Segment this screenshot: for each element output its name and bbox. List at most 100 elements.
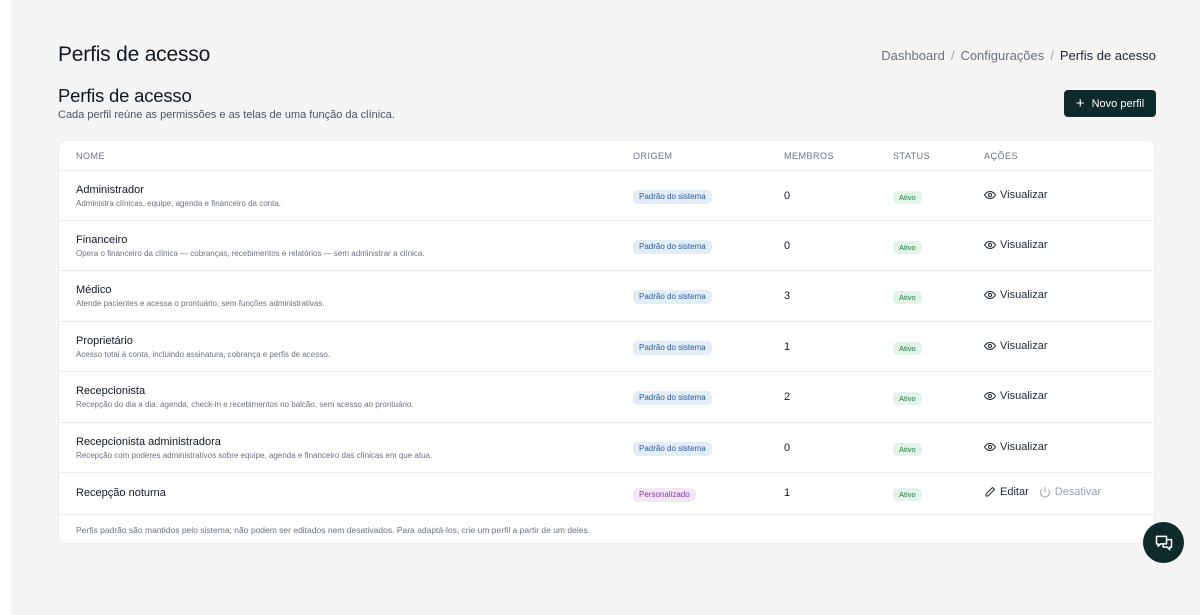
members-count: 2 (784, 391, 791, 403)
table-row: Recepcionista administradora Recepção co… (59, 423, 1154, 473)
row-actions: Visualizar (984, 340, 1048, 352)
main-content: Perfis de acesso Dashboard / Configuraçõ… (11, 0, 1200, 615)
view-label: Visualizar (1000, 390, 1048, 402)
view-button[interactable]: Visualizar (984, 441, 1048, 453)
eye-icon (984, 391, 996, 401)
status-badge: Ativo (893, 488, 922, 501)
table-row: Recepcionista Recepção do dia a dia: age… (59, 372, 1154, 423)
breadcrumb-current: Perfis de acesso (1059, 48, 1156, 63)
column-header-name: NOME (76, 151, 105, 161)
deactivate-button[interactable]: Desativar (1039, 486, 1101, 498)
left-strip (0, 0, 11, 615)
row-actions: Visualizar (984, 390, 1048, 402)
role-description: Recepção com poderes administrativos sob… (76, 451, 433, 460)
origin-badge: Padrão do sistema (633, 391, 712, 405)
new-profile-button[interactable]: + Novo perfil (1064, 90, 1156, 117)
role-name: Recepcionista (76, 385, 146, 397)
role-name: Financeiro (76, 234, 128, 246)
eye-icon (984, 442, 996, 452)
view-button[interactable]: Visualizar (984, 340, 1048, 352)
role-cell: Financeiro Opera o financeiro da clínica… (76, 234, 425, 258)
role-name: Proprietário (76, 335, 133, 347)
origin-badge: Padrão do sistema (633, 290, 712, 304)
role-name: Recepção noturna (76, 487, 166, 499)
role-cell: Recepcionista Recepção do dia a dia: age… (76, 385, 414, 409)
role-cell: Recepção noturna (76, 487, 166, 499)
members-count: 0 (784, 442, 791, 454)
chat-button[interactable] (1143, 522, 1184, 563)
row-actions: Visualizar (984, 239, 1048, 251)
edit-label: Editar (1000, 486, 1029, 498)
eye-icon (984, 190, 996, 200)
profiles-table: NOME ORIGEM MEMBROS STATUS AÇÕES Adminis… (58, 140, 1155, 544)
role-name: Administrador (76, 184, 144, 196)
origin-badge: Padrão do sistema (633, 240, 712, 254)
role-name: Médico (76, 284, 112, 296)
row-actions: Visualizar (984, 289, 1048, 301)
role-description: Atende pacientes e acessa o prontuário, … (76, 299, 325, 308)
role-description: Acesso total à conta, incluindo assinatu… (76, 350, 330, 359)
members-count: 1 (784, 341, 791, 353)
eye-icon (984, 341, 996, 351)
plus-icon: + (1075, 95, 1085, 112)
role-cell: Administrador Administra clínicas, equip… (76, 184, 281, 208)
origin-badge: Padrão do sistema (633, 442, 712, 456)
status-badge: Ativo (893, 191, 922, 204)
status-badge: Ativo (893, 241, 922, 254)
view-label: Visualizar (1000, 289, 1048, 301)
table-header: NOME ORIGEM MEMBROS STATUS AÇÕES (59, 141, 1154, 171)
view-label: Visualizar (1000, 441, 1048, 453)
breadcrumb-settings[interactable]: Configurações (960, 48, 1044, 63)
members-count: 3 (784, 290, 791, 302)
column-header-actions: AÇÕES (984, 151, 1019, 161)
row-actions: Visualizar (984, 189, 1048, 201)
role-cell: Recepcionista administradora Recepção co… (76, 436, 432, 460)
breadcrumb-dashboard[interactable]: Dashboard (881, 48, 945, 63)
role-description: Administra clínicas, equipe, agenda e fi… (76, 199, 282, 208)
page-title: Perfis de acesso (58, 43, 211, 66)
members-count: 0 (784, 240, 791, 252)
view-button[interactable]: Visualizar (984, 239, 1048, 251)
role-name: Recepcionista administradora (76, 436, 221, 448)
table-row: Recepção noturna Personalizado 1 Ativo E… (59, 473, 1154, 515)
status-badge: Ativo (893, 342, 922, 355)
table-row: Proprietário Acesso total à conta, inclu… (59, 322, 1154, 372)
view-label: Visualizar (1000, 189, 1048, 201)
deactivate-label: Desativar (1054, 486, 1102, 498)
row-actions: Visualizar (984, 441, 1048, 453)
column-header-origin: ORIGEM (633, 151, 673, 161)
members-count: 0 (784, 190, 791, 202)
pencil-icon (985, 486, 996, 497)
new-profile-label: Novo perfil (1091, 97, 1145, 110)
row-actions: Editar Desativar (984, 486, 1101, 498)
eye-icon (984, 240, 996, 250)
origin-badge: Padrão do sistema (633, 190, 712, 204)
role-description: Opera o financeiro da clínica — cobrança… (76, 249, 425, 258)
members-count: 1 (784, 487, 791, 499)
status-badge: Ativo (893, 392, 922, 405)
role-cell: Proprietário Acesso total à conta, inclu… (76, 335, 330, 359)
view-button[interactable]: Visualizar (984, 390, 1048, 402)
chat-icon (1155, 535, 1172, 550)
column-header-status: STATUS (893, 151, 931, 161)
edit-button[interactable]: Editar (984, 486, 1029, 498)
status-badge: Ativo (893, 291, 922, 304)
role-cell: Médico Atende pacientes e acessa o pront… (76, 284, 325, 308)
view-label: Visualizar (1000, 340, 1048, 352)
table-row: Administrador Administra clínicas, equip… (59, 171, 1154, 221)
section-title: Perfis de acesso (58, 85, 192, 106)
breadcrumb-separator: / (950, 48, 955, 63)
power-icon (1039, 487, 1050, 498)
table-row: Financeiro Opera o financeiro da clínica… (59, 221, 1154, 271)
view-button[interactable]: Visualizar (984, 289, 1048, 301)
view-button[interactable]: Visualizar (984, 189, 1048, 201)
column-header-members: MEMBROS (784, 151, 835, 161)
table-row: Médico Atende pacientes e acessa o pront… (59, 271, 1154, 322)
origin-badge: Personalizado (633, 488, 696, 502)
breadcrumb: Dashboard / Configurações / Perfis de ac… (881, 48, 1156, 63)
table-footnote: Perfis padrão são mantidos pelo sistema;… (76, 525, 591, 535)
section-subtitle: Cada perfil reúne as permissões e as tel… (58, 109, 395, 121)
breadcrumb-separator: / (1050, 48, 1054, 63)
origin-badge: Padrão do sistema (633, 341, 712, 355)
status-badge: Ativo (893, 443, 922, 456)
